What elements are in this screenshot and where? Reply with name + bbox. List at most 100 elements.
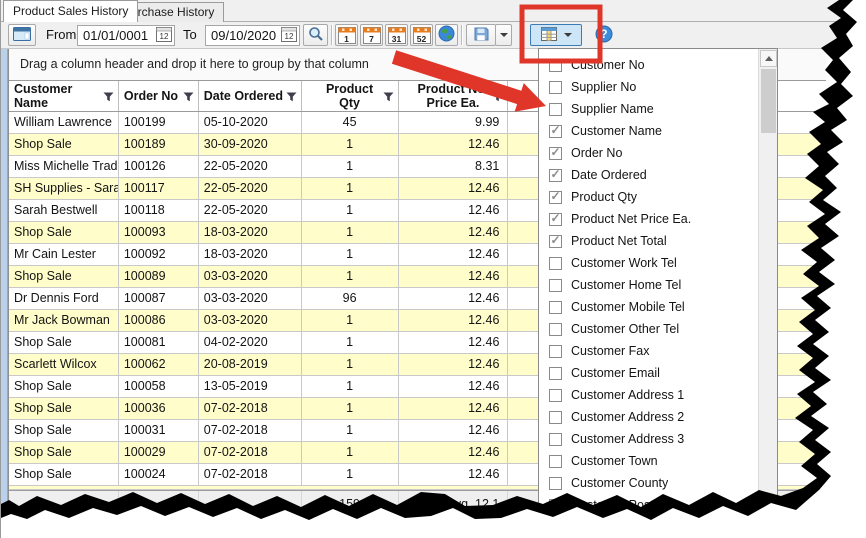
column-chooser-item[interactable]: Product Net Total — [539, 230, 758, 252]
column-chooser-item[interactable]: Supplier Name — [539, 98, 758, 120]
column-chooser-item[interactable]: Customer Work Tel — [539, 252, 758, 274]
column-chooser-item-label: Customer Address 1 — [571, 388, 684, 402]
checkbox[interactable] — [549, 477, 562, 490]
filter-icon[interactable] — [183, 91, 194, 105]
save-button[interactable] — [466, 24, 496, 46]
scrollbar[interactable] — [758, 49, 777, 537]
column-chooser-item[interactable]: Customer Town — [539, 450, 758, 472]
range-1-day-button[interactable]: 1 — [335, 24, 358, 46]
range-31-day-button[interactable]: 31 — [385, 24, 408, 46]
column-chooser-item-label: Customer Address 3 — [571, 432, 684, 446]
calendar-31-icon: 31 — [388, 27, 406, 44]
column-chooser-item-label: Customer Home Tel — [571, 278, 681, 292]
cell-date-ordered: 13-05-2019 — [199, 376, 302, 397]
from-date-input[interactable]: 01/01/0001 12 — [77, 25, 175, 46]
column-chooser-item[interactable]: Customer Mobile Tel — [539, 296, 758, 318]
checkbox[interactable] — [549, 169, 562, 182]
column-chooser-item[interactable]: Customer Address 2 — [539, 406, 758, 428]
column-chooser-item[interactable]: Product Qty — [539, 186, 758, 208]
scrollbar-thumb[interactable] — [761, 69, 776, 133]
cell-customer-name: SH Supplies - Sarah — [9, 178, 119, 199]
column-chooser-item[interactable]: Customer Name — [539, 120, 758, 142]
column-chooser-item[interactable]: Customer Home Tel — [539, 274, 758, 296]
checkbox[interactable] — [549, 301, 562, 314]
cell-order-no: 100092 — [119, 244, 199, 265]
column-chooser-item-label: Date Ordered — [571, 168, 647, 182]
cell-date-ordered: 05-10-2020 — [199, 112, 302, 133]
cell-date-ordered: 03-03-2020 — [199, 310, 302, 331]
cell-customer-name: Mr Jack Bowman — [9, 310, 119, 331]
summary-price-average: Avg. 12.1 — [399, 491, 509, 517]
checkbox[interactable] — [549, 345, 562, 358]
checkbox[interactable] — [549, 411, 562, 424]
tab-product-sales-history[interactable]: Product Sales History — [3, 0, 138, 22]
search-button[interactable] — [303, 24, 328, 46]
cell-date-ordered: 22-05-2020 — [199, 178, 302, 199]
checkbox[interactable] — [549, 455, 562, 468]
help-button[interactable]: ? — [593, 24, 615, 46]
cell-product-qty: 1 — [302, 420, 399, 441]
all-dates-button[interactable] — [435, 24, 458, 46]
cell-product-net-price: 12.46 — [399, 200, 509, 221]
column-chooser-item-label: Customer Town — [571, 454, 658, 468]
cell-product-net-price: 12.46 — [399, 178, 509, 199]
form-view-button[interactable] — [8, 24, 36, 46]
filter-icon[interactable] — [492, 91, 503, 105]
column-chooser-item[interactable]: Date Ordered — [539, 164, 758, 186]
checkbox[interactable] — [549, 499, 562, 512]
globe-icon — [438, 25, 455, 45]
cell-order-no: 100117 — [119, 178, 199, 199]
checkbox[interactable] — [549, 257, 562, 270]
column-chooser-item[interactable]: Customer Fax — [539, 340, 758, 362]
filter-icon[interactable] — [103, 91, 114, 105]
checkbox[interactable] — [549, 323, 562, 336]
checkbox[interactable] — [549, 59, 562, 72]
column-header-order-no[interactable]: Order No — [119, 81, 199, 111]
range-7-day-button[interactable]: 7 — [360, 24, 383, 46]
checkbox[interactable] — [549, 103, 562, 116]
filter-icon[interactable] — [286, 91, 297, 105]
cell-date-ordered: 22-05-2020 — [199, 156, 302, 177]
cell-order-no: 100031 — [119, 420, 199, 441]
cell-date-ordered: 03-03-2020 — [199, 288, 302, 309]
column-chooser-item[interactable]: Customer Other Tel — [539, 318, 758, 340]
column-chooser-button[interactable] — [530, 24, 582, 46]
column-chooser-item[interactable]: Customer Address 3 — [539, 428, 758, 450]
calendar-icon[interactable]: 12 — [281, 27, 299, 45]
range-52-week-button[interactable]: 52 — [410, 24, 433, 46]
column-header-customer-name[interactable]: Customer Name — [9, 81, 119, 111]
cell-date-ordered: 07-02-2018 — [199, 442, 302, 463]
filter-icon[interactable] — [383, 91, 394, 105]
column-chooser-item[interactable]: Customer Postcode — [539, 494, 758, 516]
column-chooser-item[interactable]: Customer Email — [539, 362, 758, 384]
column-chooser-item[interactable]: Supplier No — [539, 76, 758, 98]
column-chooser-item[interactable]: Customer County — [539, 472, 758, 494]
checkbox[interactable] — [549, 279, 562, 292]
cell-product-qty: 1 — [302, 222, 399, 243]
checkbox[interactable] — [549, 81, 562, 94]
checkbox[interactable] — [549, 191, 562, 204]
column-header-product-net-price[interactable]: Product Net Price Ea. — [399, 81, 509, 111]
checkbox[interactable] — [549, 389, 562, 402]
to-date-input[interactable]: 09/10/2020 12 — [205, 25, 300, 46]
cell-order-no: 100062 — [119, 354, 199, 375]
cell-date-ordered: 20-08-2019 — [199, 354, 302, 375]
cell-order-no: 100029 — [119, 442, 199, 463]
checkbox[interactable] — [549, 235, 562, 248]
column-chooser-item[interactable]: Order No — [539, 142, 758, 164]
checkbox[interactable] — [549, 367, 562, 380]
scroll-up-button[interactable] — [760, 50, 777, 67]
column-chooser-item[interactable]: Customer Address 1 — [539, 384, 758, 406]
cell-date-ordered: 18-03-2020 — [199, 244, 302, 265]
checkbox[interactable] — [549, 213, 562, 226]
checkbox[interactable] — [549, 147, 562, 160]
cell-product-qty: 1 — [302, 442, 399, 463]
column-chooser-item[interactable]: Product Net Price Ea. — [539, 208, 758, 230]
calendar-icon[interactable]: 12 — [156, 27, 174, 45]
column-header-product-qty[interactable]: Product Qty — [302, 81, 399, 111]
column-chooser-item[interactable]: Customer No — [539, 54, 758, 76]
column-header-date-ordered[interactable]: Date Ordered — [199, 81, 302, 111]
checkbox[interactable] — [549, 433, 562, 446]
save-dropdown-button[interactable] — [495, 24, 512, 46]
checkbox[interactable] — [549, 125, 562, 138]
